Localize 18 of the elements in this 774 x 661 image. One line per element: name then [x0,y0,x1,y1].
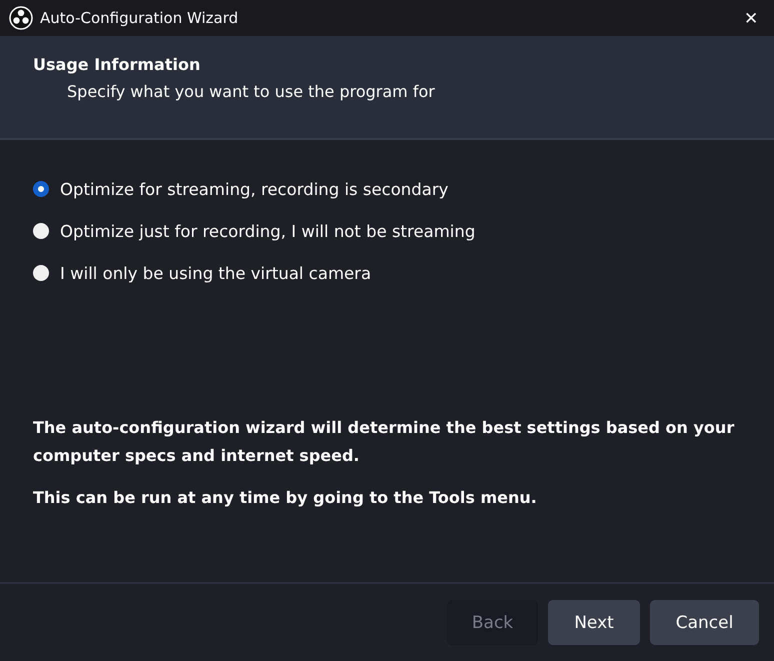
page-title: Usage Information [33,55,202,74]
info-text: The auto-configuration wizard will determine the best settings based on your computer specs and internet speed. [33,417,736,467]
info-text: This can be run at any time by going to the Tools menu. [33,487,538,509]
close-button[interactable]: ✕ [728,0,774,36]
radio-button[interactable] [33,265,49,281]
option-label: Optimize for streaming, recording is secondary [60,180,448,198]
option-label: I will only be using the virtual camera [60,264,372,282]
radio-button[interactable] [33,223,49,239]
radio-option[interactable]: Optimize just for recording, I will not be streaming [33,210,741,252]
radio-button[interactable] [33,181,49,197]
app-logo-icon [9,6,33,30]
window-title: Auto-Configuration Wizard [40,9,240,27]
radio-option[interactable]: I will only be using the virtual camera [33,252,741,294]
wizard-button[interactable]: Cancel [650,600,759,645]
option-label: Optimize just for recording, I will not be streaming [60,222,476,240]
wizard-button[interactable]: Next [548,600,640,645]
page-subtitle: Specify what you want to use the program for [67,82,436,101]
radio-option[interactable]: Optimize for streaming, recording is secondary [33,168,741,210]
